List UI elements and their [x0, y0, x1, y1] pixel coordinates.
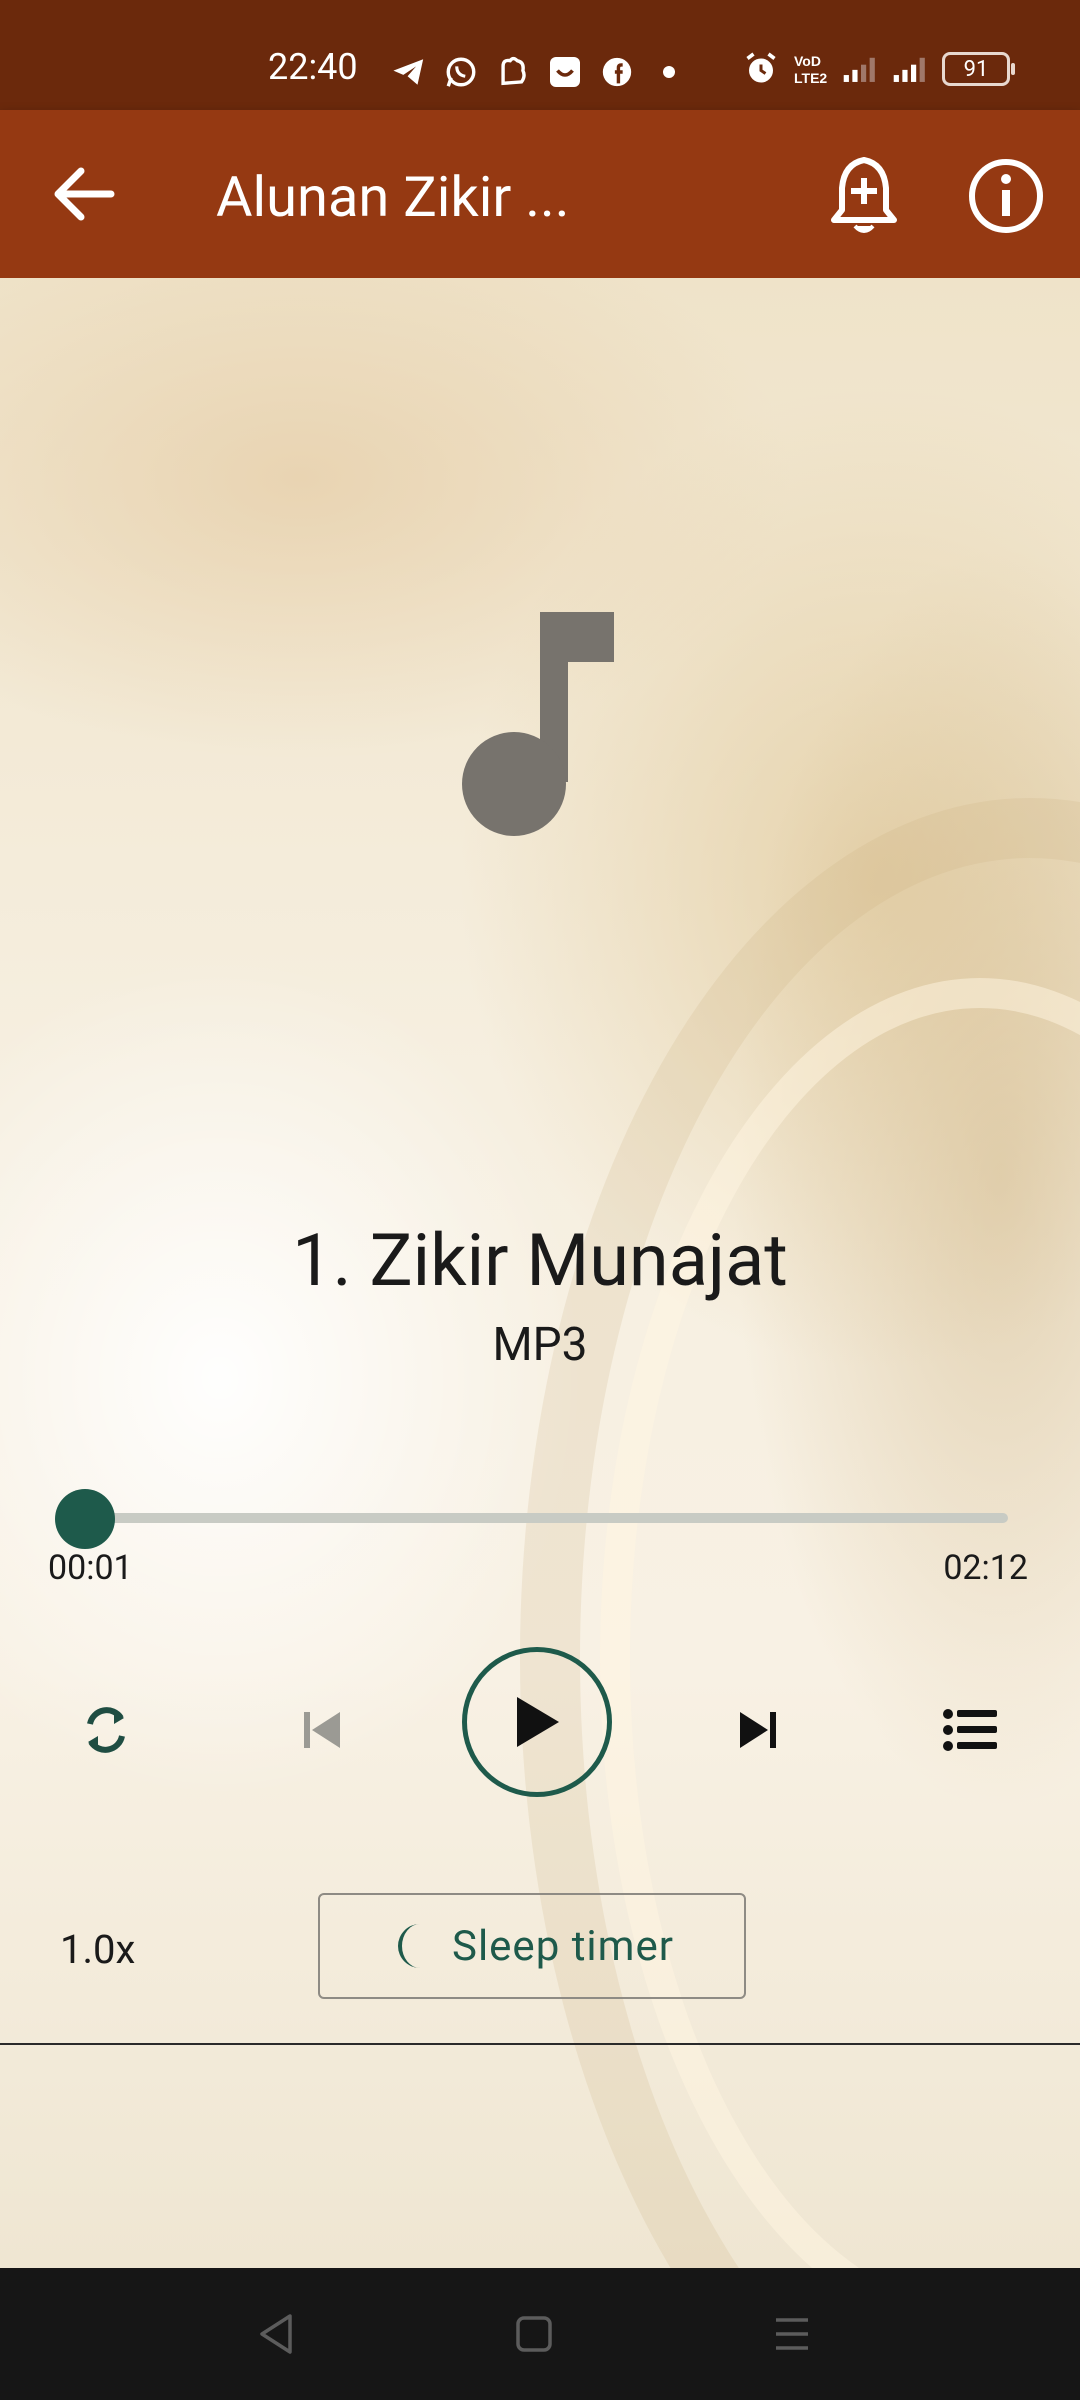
nav-back-icon[interactable]	[240, 2298, 312, 2370]
status-notification-icons	[390, 50, 688, 94]
status-bar: 22:40 VoD LTE2 91	[0, 0, 1080, 110]
repeat-button[interactable]	[66, 1690, 146, 1770]
current-time: 00:01	[48, 1548, 133, 1588]
status-system-icons: VoD LTE2 91	[742, 50, 1015, 88]
volte-icon: VoD LTE2	[792, 50, 830, 88]
signal-icon	[892, 50, 930, 88]
next-button[interactable]	[718, 1690, 798, 1770]
nav-home-icon[interactable]	[498, 2298, 570, 2370]
alarm-icon	[742, 50, 780, 88]
cloud-app-icon	[494, 53, 532, 91]
repeat-icon	[87, 1707, 125, 1753]
status-time: 22:40	[268, 46, 358, 88]
playback-speed[interactable]: 1.0x	[60, 1926, 135, 1973]
battery-indicator: 91	[942, 52, 1015, 86]
svg-text:VoD: VoD	[794, 53, 821, 69]
page-title: Alunan Zikir ...	[216, 164, 570, 230]
music-note-icon	[462, 612, 622, 842]
total-time: 02:12	[943, 1548, 1028, 1588]
nav-menu-icon[interactable]	[756, 2298, 828, 2370]
track-format: MP3	[492, 1318, 588, 1372]
previous-button[interactable]	[282, 1690, 362, 1770]
app-bar: Alunan Zikir ...	[0, 110, 1080, 278]
seek-bar[interactable]	[84, 1513, 1008, 1523]
play-icon	[517, 1697, 559, 1747]
system-nav-bar	[0, 2268, 1080, 2400]
track-title: 1. Zikir Munajat	[292, 1218, 788, 1303]
play-button[interactable]	[462, 1647, 612, 1797]
sleep-timer-label: Sleep timer	[452, 1921, 674, 1971]
info-icon[interactable]	[960, 150, 1052, 242]
skip-previous-icon	[304, 1712, 340, 1748]
telegram-icon	[390, 53, 428, 91]
arrow-back-icon[interactable]	[44, 154, 124, 234]
playlist-icon	[943, 1709, 997, 1751]
bell-add-icon[interactable]	[818, 150, 910, 242]
signal-icon	[842, 50, 880, 88]
sleep-timer-button[interactable]: Sleep timer	[318, 1893, 746, 1999]
seek-bar-thumb[interactable]	[55, 1489, 115, 1549]
svg-text:LTE2: LTE2	[794, 70, 827, 86]
dot-icon	[650, 53, 688, 91]
moon-icon	[398, 1924, 420, 1968]
shopee-icon	[546, 53, 584, 91]
queue-button[interactable]	[930, 1690, 1010, 1770]
facebook-icon	[598, 53, 636, 91]
divider	[0, 2043, 1080, 2045]
whatsapp-icon	[442, 53, 480, 91]
skip-next-icon	[740, 1712, 776, 1748]
